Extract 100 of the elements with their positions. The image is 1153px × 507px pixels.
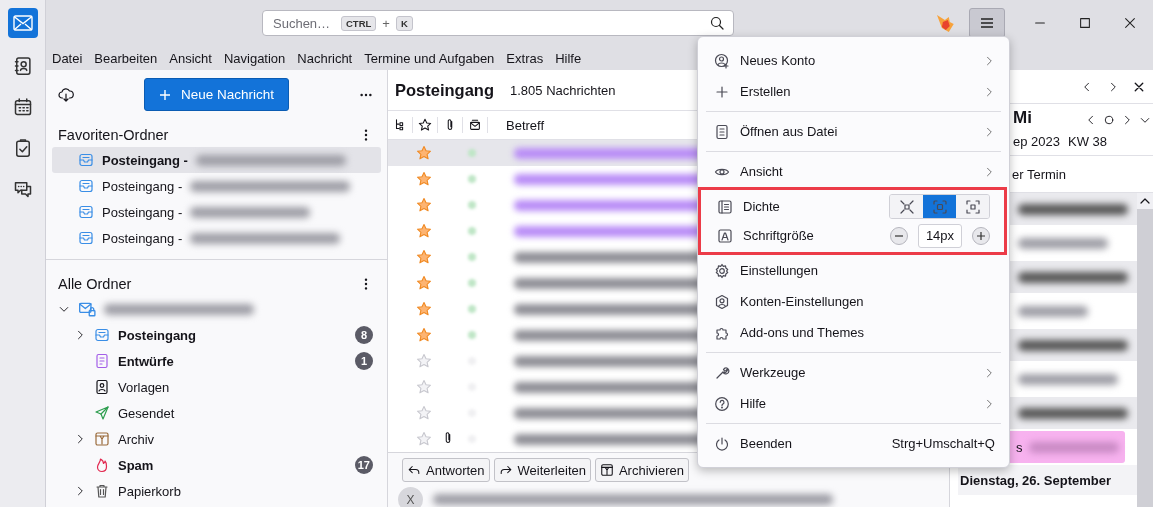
menu-label: Dichte [743,199,780,214]
folder-title: Posteingang [395,80,494,100]
menu-title[interactable]: Nachricht [297,50,353,66]
star-icon[interactable] [416,145,432,161]
trash-icon [94,483,110,499]
menu-item[interactable]: Einstellungen [698,255,1009,286]
menu-title[interactable]: Datei [52,50,83,66]
menu-item[interactable]: Hilfe [698,388,1009,419]
message-count: 1.805 Nachrichten [510,82,616,98]
folder-name[interactable]: Posteingang [118,327,196,343]
star-icon[interactable] [416,275,432,291]
search-bar[interactable]: Suchen… CTRL + K [262,10,734,36]
menu-title[interactable]: Navigation [223,50,286,66]
density-option[interactable] [956,195,989,218]
section-title: Alle Ordner [58,276,132,292]
relaxed-icon [964,198,981,215]
font-size-field[interactable]: 14px [918,223,962,248]
flame-icon [94,457,110,473]
folder-name[interactable]: Archiv [118,431,155,447]
menu-button[interactable] [969,8,1005,38]
star-icon[interactable] [416,431,432,447]
star-icon[interactable] [416,327,432,343]
favorite-folder[interactable]: Posteingang - [52,173,381,199]
density-option[interactable] [923,195,956,218]
menu-label: Schriftgröße [743,228,814,243]
font-size-icon [717,227,733,244]
star-icon[interactable] [416,197,432,213]
folder-name[interactable]: Vorlagen [118,379,170,395]
increase-button[interactable] [972,226,990,245]
close-icon [1123,16,1138,30]
key-joiner: + [382,15,390,31]
menu-item[interactable]: Neues Konto [698,45,1009,76]
unread-count: 8 [355,326,373,344]
address-book-icon [12,56,33,76]
star-outline-icon [418,118,432,132]
star-icon[interactable] [416,301,432,317]
folder-name[interactable]: Spam [118,457,154,473]
folder-name[interactable]: Papierkorb [118,483,181,499]
key-hint: K [395,15,413,31]
menu-item[interactable]: Add-ons und Themes [698,317,1009,348]
menu-item[interactable]: Erstellen [698,76,1009,107]
inbox-icon [94,327,110,343]
star-icon[interactable] [416,405,432,421]
inbox-icon [78,178,94,194]
menu-item[interactable]: Öffnen aus Datei [698,116,1009,147]
document-icon [94,353,110,369]
action-button[interactable]: Weiterleiten [493,458,591,482]
favorite-folder[interactable]: Posteingang - [52,199,381,225]
mail-lock-icon [78,300,96,318]
wrench-icon [714,364,730,381]
decrease-button[interactable] [890,226,908,245]
document-icon [714,123,730,140]
star-icon[interactable] [416,171,432,187]
folder-name[interactable]: Gesendet [118,405,175,421]
star-icon[interactable] [416,249,432,265]
mail-icon[interactable] [7,8,38,38]
action-button[interactable]: Archivieren [594,458,689,482]
power-icon [714,435,730,452]
forward-icon [498,463,513,477]
archive-box-icon [599,463,614,477]
menu-title[interactable]: Bearbeiten [94,50,158,66]
day-header: Dienstag, 26. September [958,465,1137,495]
menu-title[interactable]: Hilfe [555,50,582,66]
inbox-icon [78,230,94,246]
search-icon [708,15,725,31]
account-settings-icon [714,293,730,310]
week-number: KW 38 [1068,134,1107,151]
maximize-icon [1077,16,1092,30]
cloud-download-icon [58,86,74,103]
status-dot [468,253,476,261]
status-dot [468,279,476,287]
avatar: X [398,487,423,507]
key-hint: CTRL [341,15,377,31]
menu-item[interactable]: Konten-Einstellungen [698,286,1009,317]
density-option[interactable] [890,195,923,218]
status-dot [468,175,476,183]
date-text: ep 2023 [1013,134,1060,151]
favorite-folder[interactable]: Posteingang - [52,225,381,251]
unread-count: 17 [354,456,373,474]
star-icon[interactable] [416,223,432,239]
search-input[interactable]: Suchen… [271,14,335,32]
folder-name[interactable]: Entwürfe [118,353,174,369]
menu-title[interactable]: Ansicht [169,50,212,66]
star-icon[interactable] [416,379,432,395]
help-icon [714,395,730,412]
column-header[interactable]: Betreff [488,117,545,133]
star-icon[interactable] [416,353,432,369]
action-button[interactable]: Antworten [402,458,490,482]
menu-title[interactable]: Extras [506,50,544,66]
chat-icon [12,179,33,199]
inbox-icon [78,204,94,220]
new-message-button[interactable]: Neue Nachricht [143,78,289,111]
menu-item[interactable]: Werkzeuge [698,357,1009,388]
compact-icon [898,198,915,215]
plus-icon [976,230,986,241]
normal-density-icon [931,198,948,215]
status-dot [468,149,476,157]
paper-plane-icon [94,405,110,421]
favorite-folder[interactable]: Posteingang - [52,147,381,173]
menu-title[interactable]: Termine und Aufgaben [364,50,495,66]
